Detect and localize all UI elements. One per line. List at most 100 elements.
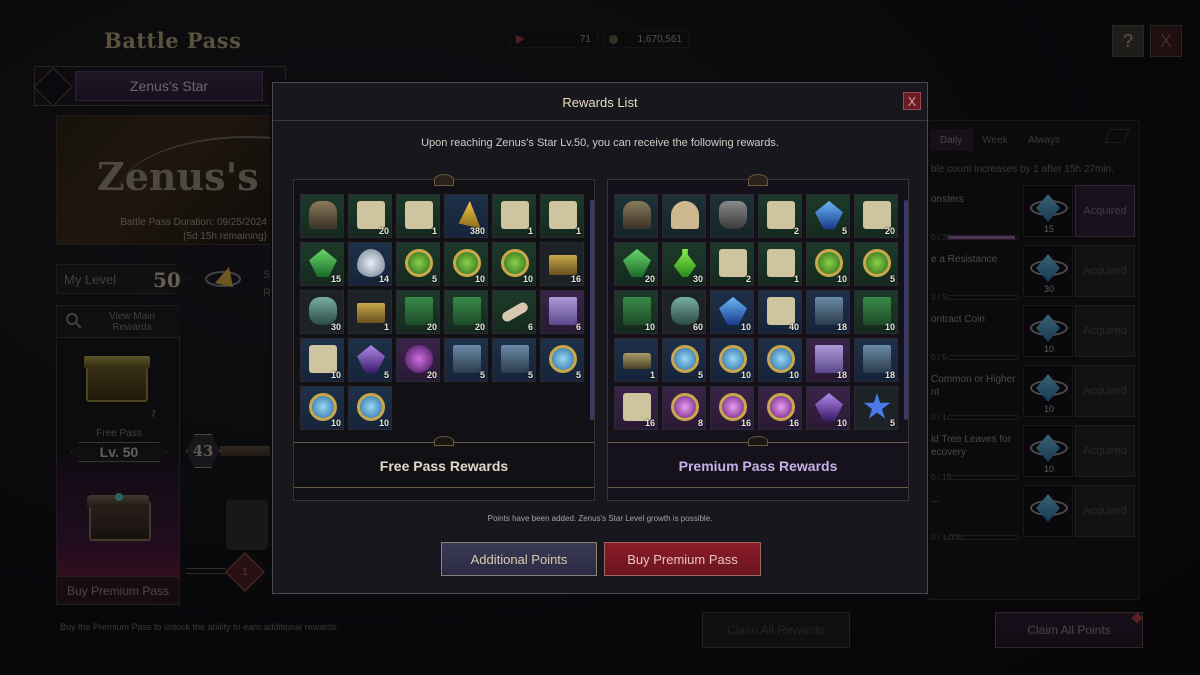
free-reward-item[interactable]: 30 bbox=[300, 290, 344, 334]
side-text: S R bbox=[263, 269, 271, 299]
reward-qty: 6 bbox=[527, 322, 533, 332]
free-reward-item[interactable]: 20 bbox=[396, 290, 440, 334]
free-reward-item[interactable]: 5 bbox=[444, 338, 488, 382]
premium-reward-item[interactable]: 5 bbox=[854, 386, 898, 430]
mission-acquire-button[interactable]: Acquired bbox=[1075, 365, 1135, 417]
green-crystal-icon bbox=[309, 249, 337, 277]
modal-header: Rewards List X bbox=[273, 83, 927, 121]
reward-qty: 5 bbox=[889, 274, 895, 284]
mission-acquire-button[interactable]: Acquired bbox=[1075, 245, 1135, 297]
additional-points-button[interactable]: Additional Points bbox=[441, 542, 597, 576]
free-reward-item[interactable]: 1 bbox=[396, 194, 440, 238]
premium-reward-item[interactable]: 5 bbox=[806, 194, 850, 238]
prev-season-arrow-icon[interactable] bbox=[33, 67, 73, 107]
premium-reward-item[interactable]: 10 bbox=[854, 290, 898, 334]
free-reward-chest-icon[interactable] bbox=[84, 356, 150, 402]
premium-reward-item[interactable]: 16 bbox=[758, 386, 802, 430]
free-reward-item[interactable]: 6 bbox=[540, 290, 584, 334]
premium-reward-item[interactable]: 10 bbox=[710, 338, 754, 382]
free-reward-item[interactable]: 20 bbox=[348, 194, 392, 238]
premium-reward-item[interactable]: 10 bbox=[614, 290, 658, 334]
premium-reward-item[interactable]: 2 bbox=[710, 242, 754, 286]
view-main-rewards-button[interactable]: View Main Rewards bbox=[57, 306, 181, 338]
close-screen-button[interactable]: X bbox=[1150, 25, 1182, 57]
premium-reward-item[interactable]: 30 bbox=[662, 242, 706, 286]
free-reward-item[interactable]: 1 bbox=[540, 194, 584, 238]
my-level-display: My Level 50 bbox=[56, 264, 191, 294]
free-reward-item[interactable]: 10 bbox=[444, 242, 488, 286]
claim-all-points-button[interactable]: Claim All Points bbox=[995, 612, 1143, 648]
free-reward-item[interactable]: 1 bbox=[348, 290, 392, 334]
reward-qty: 14 bbox=[378, 274, 389, 284]
free-reward-item[interactable]: 16 bbox=[540, 242, 584, 286]
reward-qty: 5 bbox=[431, 274, 437, 284]
mission-acquire-button[interactable]: Acquired bbox=[1075, 305, 1135, 357]
modal-close-button[interactable]: X bbox=[903, 92, 921, 110]
blue-crystal-icon bbox=[1036, 194, 1060, 222]
premium-reward-item[interactable]: 10 bbox=[710, 290, 754, 334]
premium-reward-item[interactable]: 5 bbox=[854, 242, 898, 286]
premium-reward-item[interactable] bbox=[614, 194, 658, 238]
duration-remaining: (5d 15h remaining) bbox=[183, 231, 267, 242]
buy-premium-pass-side-button[interactable]: Buy Premium Pass bbox=[57, 576, 179, 604]
premium-reward-item[interactable] bbox=[710, 194, 754, 238]
blue-crystal-icon bbox=[1036, 374, 1060, 402]
premium-reward-item[interactable] bbox=[662, 194, 706, 238]
free-reward-item[interactable]: 5 bbox=[540, 338, 584, 382]
free-reward-item[interactable]: 10 bbox=[492, 242, 536, 286]
premium-reward-item[interactable]: 18 bbox=[854, 338, 898, 382]
free-reward-item[interactable]: 5 bbox=[492, 338, 536, 382]
mission-reward-qty: 10 bbox=[1043, 404, 1054, 414]
premium-reward-item[interactable]: 8 bbox=[662, 386, 706, 430]
free-reward-item[interactable]: 20 bbox=[444, 290, 488, 334]
help-button[interactable]: ? bbox=[1112, 25, 1144, 57]
mission-progress-bar bbox=[947, 535, 1019, 540]
free-reward-item[interactable]: 14 bbox=[348, 242, 392, 286]
free-reward-item[interactable]: 5 bbox=[348, 338, 392, 382]
premium-reward-item[interactable]: 1 bbox=[758, 242, 802, 286]
reward-qty: 5 bbox=[841, 226, 847, 236]
premium-reward-area bbox=[57, 456, 179, 576]
premium-reward-item[interactable]: 60 bbox=[662, 290, 706, 334]
free-reward-item[interactable]: 10 bbox=[348, 386, 392, 430]
free-rewards-scrollbar[interactable] bbox=[590, 200, 594, 420]
reward-qty: 1 bbox=[383, 322, 389, 332]
claim-all-rewards-button[interactable]: Claim All Rewards bbox=[702, 612, 850, 648]
premium-rewards-scrollbar[interactable] bbox=[904, 200, 908, 420]
free-reward-item[interactable]: 20 bbox=[396, 338, 440, 382]
premium-reward-item[interactable]: 18 bbox=[806, 338, 850, 382]
premium-reward-item[interactable]: 20 bbox=[614, 242, 658, 286]
free-reward-item[interactable] bbox=[300, 194, 344, 238]
free-reward-item[interactable]: 5 bbox=[396, 242, 440, 286]
season-name-tab[interactable]: Zenus's Star bbox=[75, 71, 263, 101]
premium-reward-item[interactable]: 18 bbox=[806, 290, 850, 334]
reward-qty: 10 bbox=[740, 322, 751, 332]
armor-seal-blue-icon bbox=[309, 393, 337, 421]
premium-reward-item[interactable]: 10 bbox=[806, 386, 850, 430]
free-reward-item[interactable]: 1 bbox=[492, 194, 536, 238]
premium-reward-item[interactable]: 10 bbox=[806, 242, 850, 286]
my-level-value: 50 bbox=[153, 268, 181, 292]
mission-acquire-button[interactable]: Acquired bbox=[1075, 485, 1135, 537]
premium-reward-item[interactable]: 5 bbox=[662, 338, 706, 382]
reward-qty: 30 bbox=[330, 322, 341, 332]
premium-reward-item[interactable]: 16 bbox=[710, 386, 754, 430]
premium-reward-chest-icon[interactable] bbox=[87, 493, 151, 541]
free-reward-item[interactable]: 380 bbox=[444, 194, 488, 238]
free-reward-item[interactable]: 10 bbox=[300, 386, 344, 430]
buy-premium-pass-button[interactable]: Buy Premium Pass bbox=[604, 542, 761, 576]
free-reward-item[interactable]: 10 bbox=[300, 338, 344, 382]
premium-reward-item[interactable]: 16 bbox=[614, 386, 658, 430]
premium-reward-item[interactable]: 10 bbox=[758, 338, 802, 382]
tab-always[interactable]: Always bbox=[1017, 129, 1071, 151]
tab-daily[interactable]: Daily bbox=[929, 129, 973, 151]
premium-reward-item[interactable]: 1 bbox=[614, 338, 658, 382]
premium-reward-item[interactable]: 2 bbox=[758, 194, 802, 238]
free-reward-item[interactable]: 6 bbox=[492, 290, 536, 334]
premium-reward-item[interactable]: 40 bbox=[758, 290, 802, 334]
premium-reward-item[interactable]: 20 bbox=[854, 194, 898, 238]
mission-acquire-button[interactable]: Acquired bbox=[1075, 185, 1135, 237]
mission-acquire-button[interactable]: Acquired bbox=[1075, 425, 1135, 477]
free-reward-item[interactable]: 15 bbox=[300, 242, 344, 286]
tab-week[interactable]: Week bbox=[973, 129, 1017, 151]
